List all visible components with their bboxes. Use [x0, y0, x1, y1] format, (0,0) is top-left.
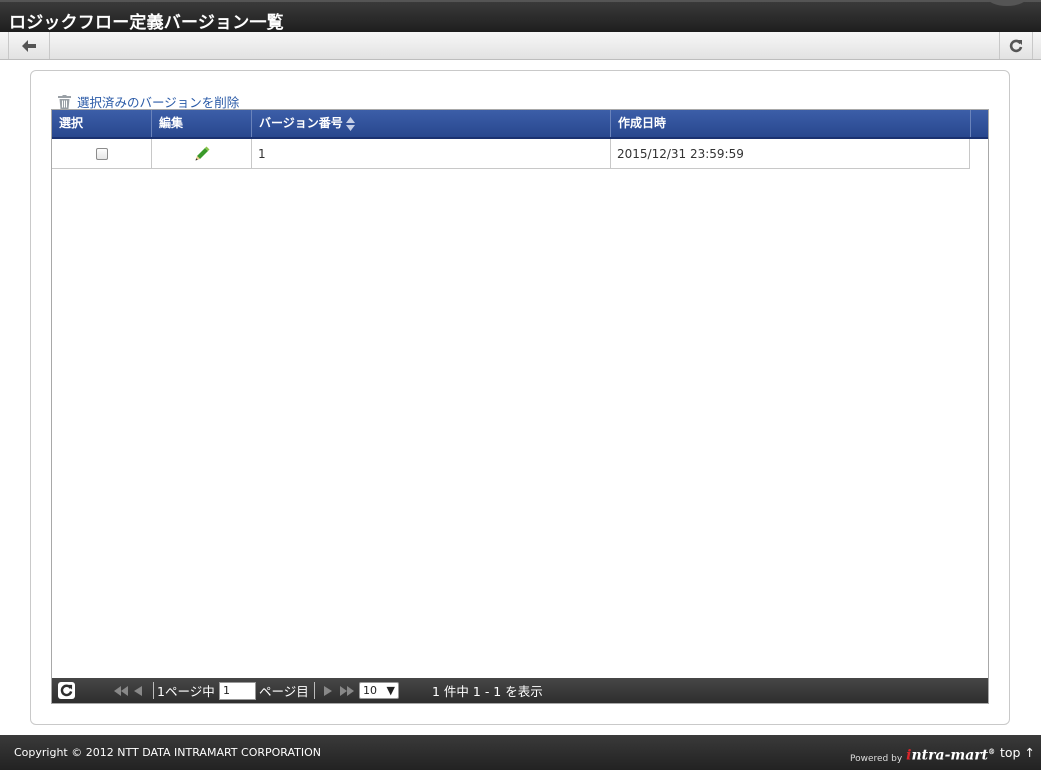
last-page-icon [340, 685, 354, 696]
edit-cell [152, 139, 252, 168]
pages-suffix: ページ目 [259, 684, 309, 699]
pager-size-item: 10 ▼ [359, 678, 399, 703]
refresh-icon [60, 684, 73, 697]
next-page-button[interactable] [324, 678, 332, 703]
back-button[interactable] [8, 32, 50, 59]
column-label: 選択 [59, 116, 84, 130]
page-size-value: 10 [363, 684, 377, 697]
version-cell: 1 [252, 139, 611, 168]
prev-page-icon [134, 685, 142, 696]
page-number-input[interactable]: 1 [219, 681, 256, 700]
column-label: 編集 [159, 116, 184, 130]
first-page-button[interactable] [114, 678, 128, 703]
trash-icon [58, 94, 71, 109]
intra-mart-logo: intra-mart® [906, 747, 996, 764]
column-header-select[interactable]: 選択 [52, 110, 152, 137]
pager-summary: 1 件中 1 - 1 を表示 [432, 684, 543, 699]
copyright-text: Copyright © 2012 NTT DATA INTRAMART CORP… [14, 746, 322, 759]
created-cell: 2015/12/31 23:59:59 [617, 146, 744, 161]
toolbar [0, 32, 1041, 60]
sort-icon[interactable] [345, 116, 355, 131]
prev-page-button[interactable] [134, 678, 142, 703]
column-label: 作成日時 [618, 116, 667, 130]
pager-page-item: 1 [219, 678, 256, 703]
powered-by-label: Powered by [850, 753, 903, 764]
pager: 1ページ中 1 ページ目 10 ▼ 1 件中 1 - 1 を表示 [52, 678, 988, 703]
next-page-icon [324, 685, 332, 696]
titlebar-decoration [987, 0, 1027, 6]
column-header-edit[interactable]: 編集 [152, 110, 252, 137]
version-grid: 選択 編集 バージョン番号 作成日時 1 2015/12/31 23:59:59… [51, 109, 989, 704]
pager-separator [314, 682, 315, 699]
select-cell [52, 139, 152, 168]
table-row: 1 2015/12/31 23:59:59 [52, 139, 970, 169]
grid-header: 選択 編集 バージョン番号 作成日時 [52, 110, 988, 139]
arrow-left-icon [22, 39, 36, 52]
last-page-button[interactable] [340, 678, 354, 703]
column-header-created[interactable]: 作成日時 [611, 110, 971, 137]
reload-button[interactable] [999, 32, 1033, 59]
chevron-down-icon: ▼ [386, 684, 395, 697]
pencil-icon[interactable] [194, 146, 210, 162]
footer: Copyright © 2012 NTT DATA INTRAMART CORP… [0, 735, 1041, 770]
page-title: ロジックフロー定義バージョン一覧 [9, 13, 284, 33]
page-size-select[interactable]: 10 ▼ [359, 682, 399, 699]
pager-separator [153, 682, 154, 699]
back-to-top-link[interactable]: top ↑ [1000, 745, 1035, 760]
row-checkbox[interactable] [95, 147, 108, 160]
pages-prefix: 1ページ中 [157, 684, 215, 699]
window-titlebar: ロジックフロー定義バージョン一覧 [0, 0, 1041, 33]
column-label: バージョン番号 [259, 116, 343, 130]
first-page-icon [114, 685, 128, 696]
pager-reload-button[interactable] [58, 682, 75, 699]
powered-by: Powered by intra-mart® [850, 747, 995, 764]
column-header-version[interactable]: バージョン番号 [252, 110, 611, 137]
refresh-icon [1009, 39, 1023, 52]
